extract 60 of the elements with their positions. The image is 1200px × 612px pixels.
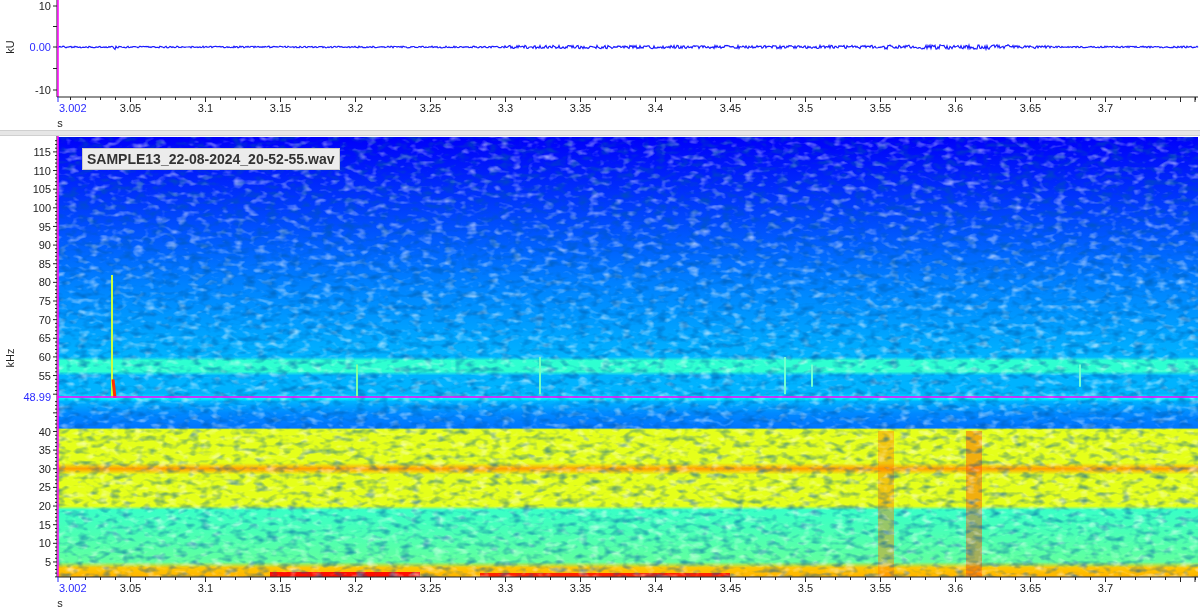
axis-tick-label: 3.55 xyxy=(869,582,892,594)
cursor-readout: 48.99 xyxy=(23,391,51,403)
axis-tick-label: 3.1 xyxy=(197,102,214,114)
axis-tick-label: -10 xyxy=(35,84,51,96)
axis-tick-label: 3.7 xyxy=(1097,582,1114,594)
axis-tick-label: 3.1 xyxy=(197,582,214,594)
axis-tick-label: 60 xyxy=(38,351,51,364)
axis-tick-label: 3.65 xyxy=(1019,582,1042,594)
axis-tick-label: 3.25 xyxy=(419,582,442,594)
axis-tick-label: 10 xyxy=(38,0,51,12)
axis-tick-label: 105 xyxy=(32,183,51,196)
axis-tick-label: 95 xyxy=(38,220,51,233)
axis-tick-label: 3.3 xyxy=(497,582,514,594)
axis-unit-label: kHz xyxy=(4,348,16,368)
axis-unit-label: kU xyxy=(4,40,16,54)
axis-tick-label: 3.35 xyxy=(569,582,592,594)
axis-tick-label: 3.65 xyxy=(1019,102,1042,114)
cursor-readout: 3.002 xyxy=(59,582,87,594)
axis-tick-label: 3.4 xyxy=(647,582,664,594)
axis-tick-label: 5 xyxy=(44,556,51,568)
axis-tick-label: 3.25 xyxy=(419,102,442,114)
axis-tick-label: 25 xyxy=(38,481,51,494)
axis-tick-label: 3.6 xyxy=(947,582,964,594)
axis-tick-label: 3.15 xyxy=(269,102,292,114)
axis-unit-label: s xyxy=(57,117,63,129)
axis-tick-label: 3.05 xyxy=(119,102,142,114)
axis-tick-label: 55 xyxy=(38,369,51,382)
axis-tick-label: 3.2 xyxy=(347,102,364,114)
axis-tick-label: 15 xyxy=(38,518,51,531)
axis-tick-label: 3.6 xyxy=(947,102,964,114)
axis-tick-label: 80 xyxy=(38,276,51,289)
axis-tick-label: 3.3 xyxy=(497,102,514,114)
axis-tick-label: 3.5 xyxy=(797,582,814,594)
axis-tick-label: 85 xyxy=(38,257,51,270)
axis-tick-label: 110 xyxy=(33,164,51,177)
axis-tick-label: 3.35 xyxy=(569,102,592,114)
axis-tick-label: 10 xyxy=(38,537,51,550)
axis-tick-label: 65 xyxy=(38,332,51,345)
axis-tick-label: 30 xyxy=(38,462,51,475)
axis-tick-label: 3.45 xyxy=(719,582,742,594)
axis-tick-label: 90 xyxy=(38,239,51,252)
axis-unit-label: s xyxy=(57,597,63,609)
axis-tick-label: 3.05 xyxy=(119,582,142,594)
cursor-readout: 0.00 xyxy=(29,41,51,53)
axis-tick-label: 3.7 xyxy=(1097,102,1114,114)
axis-tick-label: 3.4 xyxy=(647,102,664,114)
axis-tick-label: 35 xyxy=(38,444,51,457)
axis-tick-label: 70 xyxy=(38,313,51,326)
file-name-label: SAMPLE13_22-08-2024_20-52-55.wav xyxy=(82,148,340,170)
axis-tick-label: 115 xyxy=(33,146,51,158)
axis-tick-label: 100 xyxy=(32,201,51,214)
axis-tick-label: 3.55 xyxy=(869,102,892,114)
axis-tick-label: 3.45 xyxy=(719,102,742,114)
cursor-readout: 3.002 xyxy=(59,102,87,114)
axis-tick-label: 3.5 xyxy=(797,102,814,114)
axis-tick-label: 3.15 xyxy=(269,582,292,594)
axis-tick-label: 75 xyxy=(38,295,51,308)
axis-tick-label: 3.2 xyxy=(347,582,364,594)
axis-tick-label: 20 xyxy=(38,500,51,513)
axis-tick-label: 40 xyxy=(38,425,51,438)
